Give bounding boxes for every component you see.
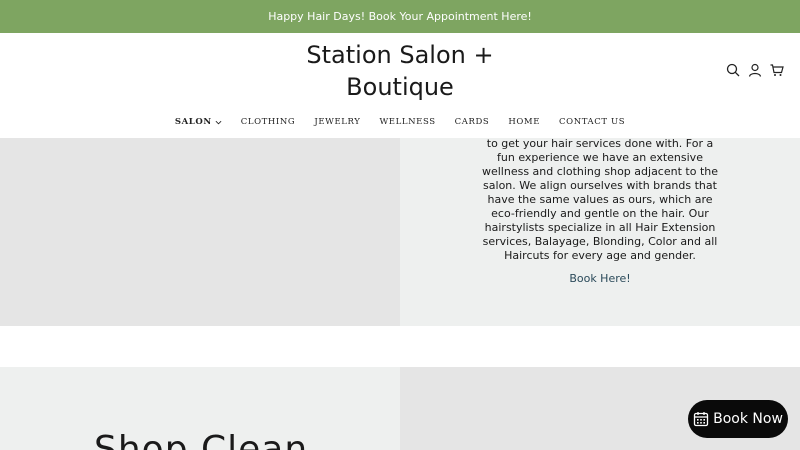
nav-item-jewelry[interactable]: JEWELRY (314, 117, 360, 127)
chevron-down-icon (215, 120, 222, 124)
nav-item-clothing[interactable]: CLOTHING (241, 117, 296, 127)
book-now-button[interactable]: Book Now (688, 400, 788, 438)
book-now-label: Book Now (713, 411, 783, 427)
cart-icon[interactable] (770, 63, 784, 77)
nav-item-cards[interactable]: CARDS (455, 117, 490, 127)
about-image-panel (0, 138, 400, 326)
shop-clean-panel: Shop Clean (0, 367, 400, 450)
book-here-link[interactable]: Book Here! (520, 272, 680, 285)
shop-clean-heading: Shop Clean (94, 429, 309, 450)
site-header: Station Salon + Boutique SALON CLOTHING … (0, 33, 800, 138)
section-spacer (0, 326, 800, 367)
search-icon[interactable] (726, 63, 740, 77)
announcement-text: Happy Hair Days! Book Your Appointment H… (268, 10, 532, 23)
header-icons (726, 63, 784, 77)
nav-item-contact-us[interactable]: CONTACT US (559, 117, 625, 127)
calendar-icon (693, 412, 709, 427)
nav-item-salon[interactable]: SALON (175, 117, 222, 127)
account-icon[interactable] (748, 63, 762, 77)
about-description: to get your hair services done with. For… (481, 137, 718, 262)
nav-item-home[interactable]: HOME (508, 117, 540, 127)
announcement-bar[interactable]: Happy Hair Days! Book Your Appointment H… (0, 0, 800, 33)
site-logo[interactable]: Station Salon + Boutique (300, 39, 500, 103)
main-nav: SALON CLOTHING JEWELRY WELLNESS CARDS HO… (0, 117, 800, 127)
nav-item-wellness[interactable]: WELLNESS (379, 117, 435, 127)
